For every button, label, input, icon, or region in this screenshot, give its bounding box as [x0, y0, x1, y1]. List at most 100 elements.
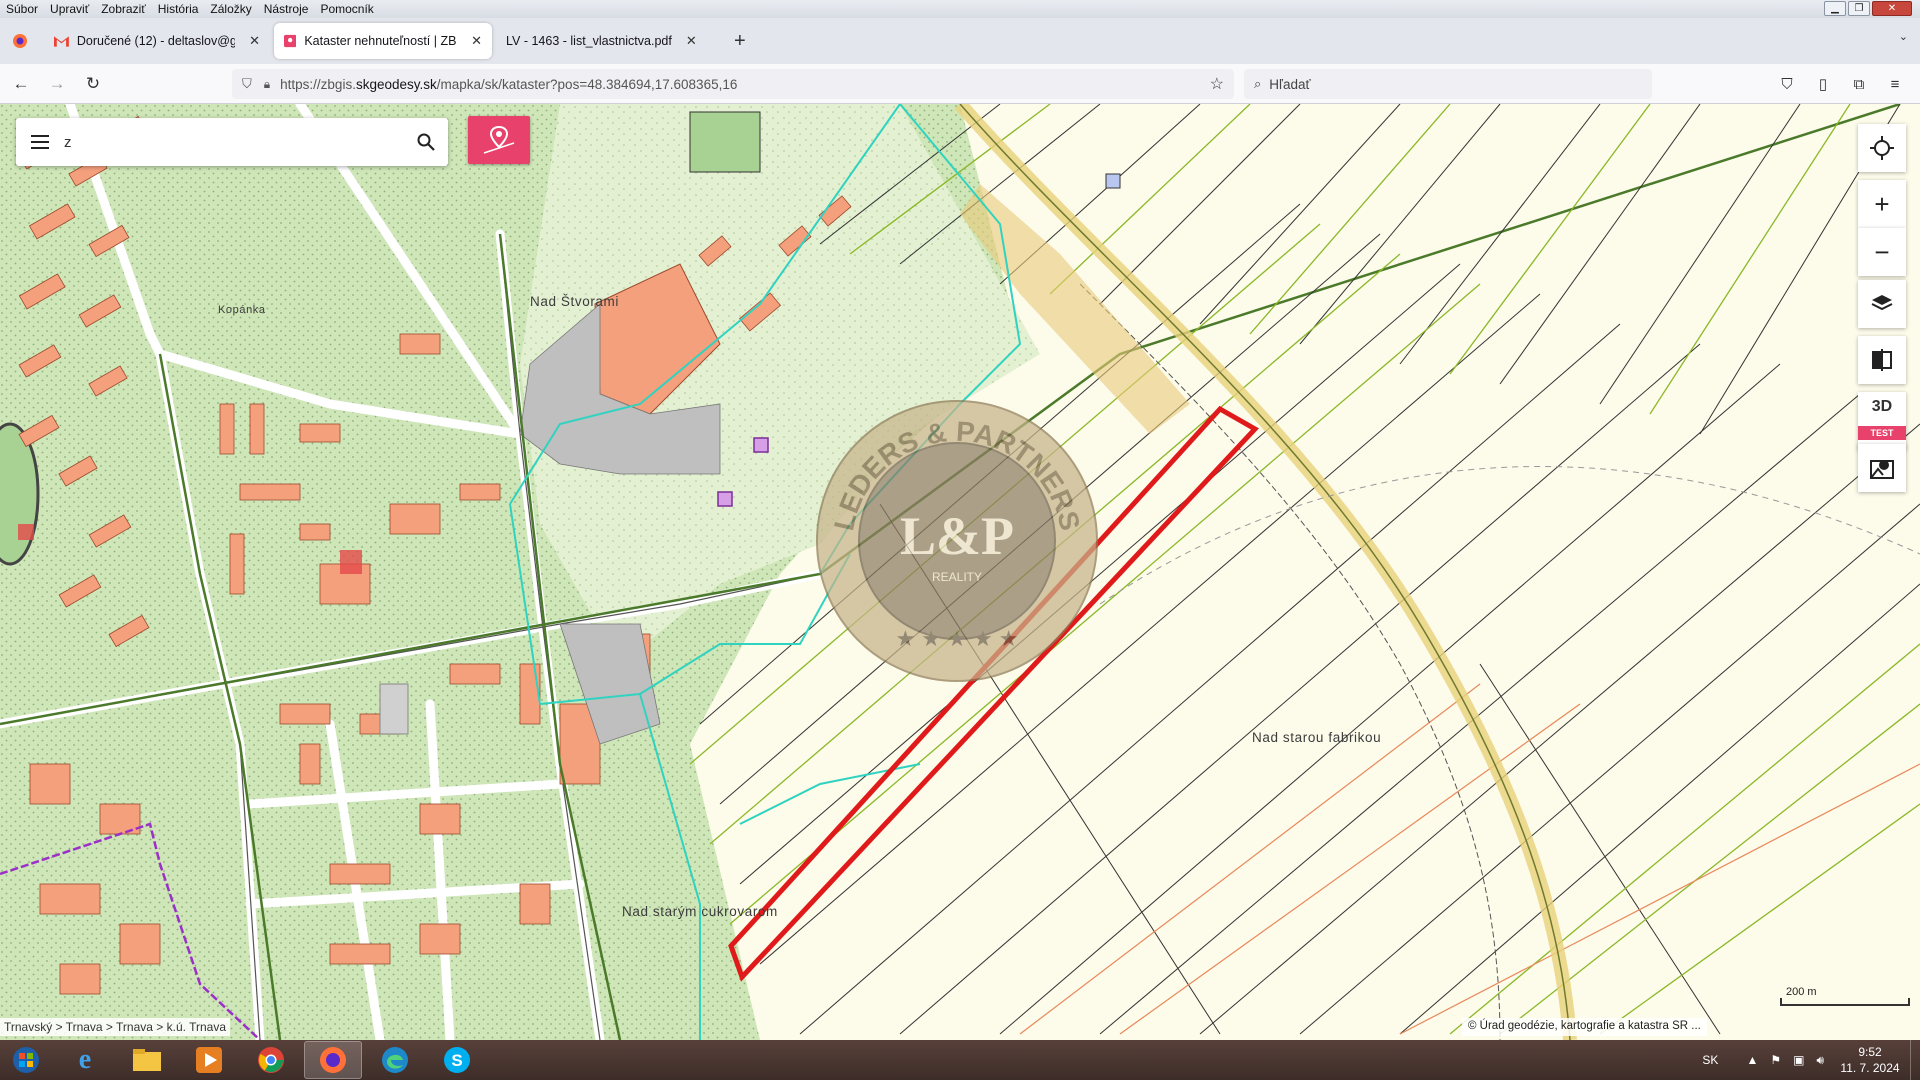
- taskbar-firefox[interactable]: [304, 1041, 362, 1079]
- close-tab-icon[interactable]: ✕: [686, 33, 697, 49]
- network-icon[interactable]: ▣: [1793, 1053, 1804, 1067]
- close-tab-icon[interactable]: ✕: [249, 33, 260, 49]
- test-badge: TEST: [1858, 426, 1906, 440]
- url-prefix: https://zbgis.: [280, 76, 356, 92]
- action-center-flag-icon[interactable]: ⚑: [1770, 1053, 1781, 1067]
- clock[interactable]: 9:52 11. 7. 2024: [1830, 1044, 1910, 1076]
- layers-button[interactable]: [1858, 280, 1906, 328]
- show-hidden-icons-icon[interactable]: ▲: [1746, 1053, 1758, 1067]
- clock-date: 11. 7. 2024: [1840, 1061, 1900, 1075]
- tab-zbgis[interactable]: Kataster nehnuteľností | ZBGIS ✕: [274, 23, 492, 59]
- svg-text:S: S: [451, 1051, 462, 1070]
- close-window-button[interactable]: ✕: [1872, 1, 1912, 16]
- scale-bar: 200 m: [1780, 986, 1916, 1008]
- taskbar-media-player[interactable]: [180, 1041, 238, 1079]
- sidebar-icon[interactable]: ▯: [1812, 73, 1834, 95]
- menu-edit[interactable]: Upraviť: [44, 0, 95, 18]
- layers-icon: [1871, 295, 1893, 311]
- system-tray: SK ▲ ⚑ ▣ 🔊︎ 9:52 11. 7. 2024: [1696, 1040, 1920, 1080]
- star-icon[interactable]: ☆: [1210, 74, 1224, 94]
- map-label-nad-starou-fabrikou: Nad starou fabrikou: [1252, 730, 1382, 745]
- hamburger-menu-icon[interactable]: [16, 118, 64, 166]
- taskbar-edge[interactable]: [366, 1041, 424, 1079]
- browser-search-field[interactable]: ⌕ Hľadať: [1244, 69, 1652, 99]
- map-label-kopanka: Kopánka: [218, 304, 266, 316]
- search-icon: ⌕: [1254, 76, 1262, 91]
- internet-explorer-icon: e: [78, 1044, 92, 1075]
- windows-start-button[interactable]: [0, 1040, 52, 1080]
- location-pin-button[interactable]: [468, 116, 530, 164]
- shield-icon[interactable]: ⛉: [242, 76, 252, 92]
- breadcrumb[interactable]: Trnavský > Trnava > Trnava > k.ú. Trnava: [0, 1018, 230, 1036]
- tab-title: Kataster nehnuteľností | ZBGIS: [304, 34, 457, 48]
- url-path: /mapka/sk/kataster?pos=48.384694,17.6083…: [436, 76, 738, 92]
- gmail-icon: [54, 36, 69, 47]
- map-canvas[interactable]: LEDERS & PARTNERS L&P REALITY ★ ★ ★ ★ ★ …: [0, 104, 1920, 1040]
- pocket-icon[interactable]: ⛉: [1776, 73, 1798, 95]
- chrome-icon: [258, 1047, 284, 1073]
- scale-label: 200 m: [1786, 986, 1817, 998]
- url-host: skgeodesy.sk: [355, 76, 437, 92]
- forward-button[interactable]: →: [42, 69, 72, 99]
- stars-icon: ★ ★ ★ ★ ★: [895, 626, 1018, 651]
- url-text: https://zbgis.skgeodesy.sk/mapka/sk/kata…: [280, 77, 737, 92]
- tab-title: LV - 1463 - list_vlastnictva.pdf: [506, 34, 672, 48]
- folder-icon: [133, 1049, 161, 1071]
- volume-icon[interactable]: 🔊︎: [1816, 1053, 1824, 1068]
- extensions-icon[interactable]: ⧉: [1848, 73, 1870, 95]
- minimize-button[interactable]: ▁: [1824, 1, 1846, 16]
- watermark-monogram: L&P: [900, 506, 1014, 566]
- map-search-input[interactable]: z: [64, 134, 404, 151]
- show-desktop-button[interactable]: [1910, 1040, 1920, 1080]
- maximize-button[interactable]: ❐: [1848, 1, 1870, 16]
- my-location-button[interactable]: [1858, 124, 1906, 172]
- taskbar: e S SK ▲ ⚑ ▣ 🔊︎ 9:52 11. 7. 2024: [0, 1040, 1920, 1080]
- language-indicator[interactable]: SK: [1702, 1053, 1718, 1067]
- edge-icon: [382, 1047, 408, 1073]
- lock-icon[interactable]: 🔒︎: [264, 77, 270, 92]
- watermark-logo: LEDERS & PARTNERS L&P REALITY ★ ★ ★ ★ ★: [816, 400, 1098, 682]
- menu-file[interactable]: Súbor: [0, 0, 44, 18]
- url-bar[interactable]: ⛉ 🔒︎ https://zbgis.skgeodesy.sk/mapka/sk…: [232, 69, 1234, 99]
- map-label-nad-starym-cukrovarom: Nad starým cukrovarom: [622, 904, 778, 919]
- tab-title: Doručené (12) - deltaslov@gm: [76, 34, 236, 48]
- firefox-icon: [320, 1047, 346, 1073]
- map-search-box: z: [16, 118, 448, 166]
- crosshair-icon: [1870, 136, 1894, 160]
- search-icon[interactable]: [404, 118, 448, 166]
- reload-button[interactable]: ↻: [78, 69, 108, 99]
- tab-gmail[interactable]: Doručené (12) - deltaslov@gm ✕: [44, 23, 270, 59]
- back-button[interactable]: ←: [6, 69, 36, 99]
- map-attribution[interactable]: © Úrad geodézie, kartografie a katastra …: [1462, 1018, 1707, 1036]
- zoom-in-button[interactable]: +: [1858, 180, 1906, 228]
- zoom-out-button[interactable]: −: [1858, 228, 1906, 276]
- chevron-down-icon[interactable]: ⌄: [1899, 30, 1908, 43]
- 3d-label: 3D: [1871, 398, 1893, 415]
- close-tab-icon[interactable]: ✕: [471, 33, 482, 49]
- window-controls: ▁ ❐ ✕: [1824, 1, 1912, 16]
- map-marker-icon: [1870, 460, 1894, 479]
- nav-bar: ← → ↻ ⛉ 🔒︎ https://zbgis.skgeodesy.sk/ma…: [0, 64, 1920, 104]
- map-locate-button[interactable]: [1858, 444, 1906, 492]
- menu-bookmarks[interactable]: Záložky: [204, 0, 257, 18]
- tab-pdf[interactable]: LV - 1463 - list_vlastnictva.pdf ✕: [496, 23, 722, 59]
- map-pin-icon: [483, 125, 515, 154]
- zbgis-icon: [284, 34, 297, 48]
- menu-help[interactable]: Pomocník: [314, 0, 379, 18]
- tab-bar: Doručené (12) - deltaslov@gm ✕ Kataster …: [0, 18, 1920, 64]
- menu-view[interactable]: Zobraziť: [95, 0, 152, 18]
- taskbar-file-explorer[interactable]: [118, 1041, 176, 1079]
- taskbar-skype[interactable]: S: [428, 1041, 486, 1079]
- new-tab-button[interactable]: +: [734, 30, 746, 53]
- taskbar-chrome[interactable]: [242, 1041, 300, 1079]
- media-player-icon: [196, 1047, 222, 1073]
- 3d-button[interactable]: 3D TEST: [1858, 392, 1906, 450]
- compare-icon: [1872, 349, 1892, 371]
- menu-tools[interactable]: Nástroje: [258, 0, 315, 18]
- search-placeholder: Hľadať: [1269, 76, 1311, 92]
- menu-history[interactable]: História: [152, 0, 205, 18]
- compare-button[interactable]: [1858, 336, 1906, 384]
- firefox-view-icon[interactable]: [0, 21, 40, 61]
- hamburger-menu-icon[interactable]: ≡: [1884, 73, 1906, 95]
- taskbar-internet-explorer[interactable]: e: [56, 1041, 114, 1079]
